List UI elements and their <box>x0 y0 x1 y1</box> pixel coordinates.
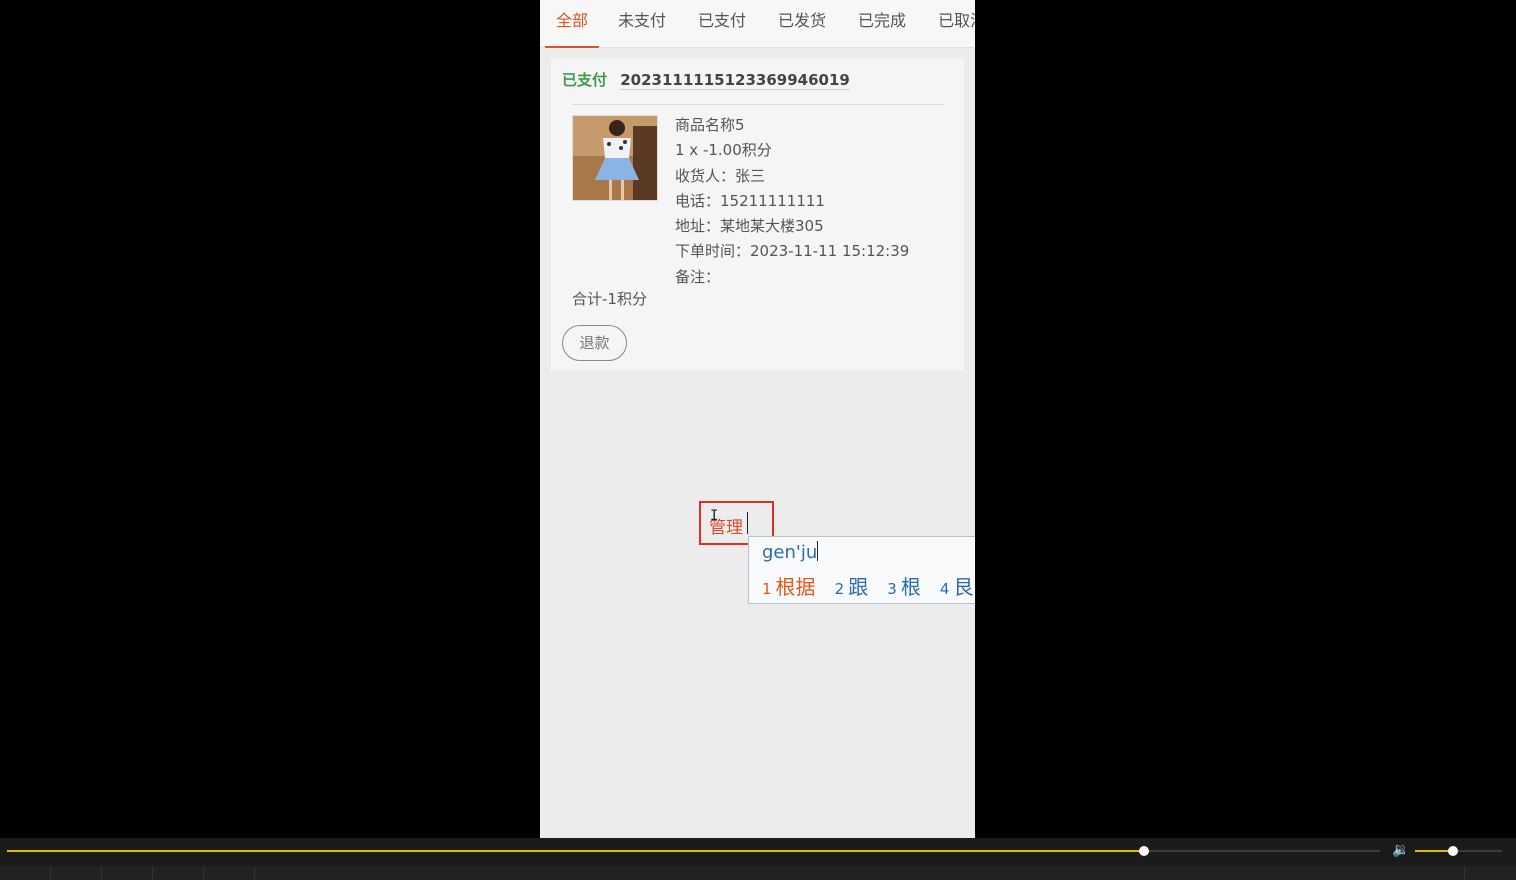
ime-candidates: 1 根据 2跟 3根 4艮 <box>762 571 975 600</box>
ime-pinyin: gen'ju <box>762 541 819 563</box>
divider <box>254 866 255 880</box>
product-name: 商品名称5 <box>675 116 745 134</box>
ime-candidate[interactable]: 3根 <box>887 571 921 600</box>
order-status: 已支付 <box>562 71 608 89</box>
video-player-controls: 🔉 <box>0 838 1516 880</box>
tab-shipped[interactable]: 已发货 <box>778 0 826 48</box>
tab-completed[interactable]: 已完成 <box>858 0 906 48</box>
tab-unpaid[interactable]: 未支付 <box>618 0 666 48</box>
tab-cancelled[interactable]: 已取消 <box>938 0 975 48</box>
receiver: 收货人：张三 <box>675 166 766 185</box>
product-photo-icon <box>573 116 657 200</box>
divider <box>572 104 944 105</box>
order-status-tabs: 全部 未支付 已支付 已发货 已完成 已取消 <box>540 0 975 48</box>
divider <box>101 866 102 880</box>
ime-candidate[interactable]: 2跟 <box>835 571 869 600</box>
bottom-toolbar-strip <box>0 866 1516 880</box>
order-number[interactable]: 20231111151233699460​19 <box>620 71 850 90</box>
progress-bar[interactable] <box>7 846 1380 856</box>
divider <box>152 866 153 880</box>
text-caret <box>747 512 748 534</box>
divider <box>203 866 204 880</box>
volume-icon[interactable]: 🔉 <box>1392 842 1409 858</box>
ime-candidate[interactable]: 1 根据 <box>762 571 816 600</box>
order-card: 已支付 20231111151233699460​19 商品名称5 1 x -1… <box>551 58 964 370</box>
mobile-viewport: 全部 未支付 已支付 已发货 已完成 已取消 已支付 2023111115123… <box>540 0 975 838</box>
order-details: 商品名称5 1 x -1.00积分 收货人：张三 电话：15211111111 … <box>675 113 909 290</box>
phone: 电话：15211111111 <box>675 191 825 210</box>
ime-pinyin-text: gen'ju <box>762 542 818 563</box>
ime-candidate-window: gen'ju 1 根据 2跟 3根 4艮 <box>748 536 975 604</box>
tab-all[interactable]: 全部 <box>545 0 599 48</box>
quantity-price: 1 x -1.00积分 <box>675 141 772 160</box>
ime-caret <box>817 541 819 561</box>
tab-paid[interactable]: 已支付 <box>698 0 746 48</box>
remark: 备注： <box>675 267 721 286</box>
address: 地址：某地某大楼305 <box>675 217 824 236</box>
divider <box>1464 866 1465 880</box>
order-time: 下单时间：2023-11-11 15:12:39 <box>675 242 910 261</box>
progress-handle[interactable] <box>1138 846 1149 856</box>
refund-button[interactable]: 退款 <box>562 325 627 361</box>
volume-handle[interactable] <box>1448 846 1459 856</box>
volume-slider[interactable] <box>1415 846 1502 856</box>
divider <box>50 866 51 880</box>
ibeam-cursor-icon: I <box>710 508 719 524</box>
product-image[interactable] <box>572 115 658 201</box>
order-header: 已支付 20231111151233699460​19 <box>562 68 850 92</box>
order-total: 合计-1积分 <box>572 290 647 308</box>
ime-candidate[interactable]: 4艮 <box>940 571 974 600</box>
progress-fill <box>7 850 1144 852</box>
